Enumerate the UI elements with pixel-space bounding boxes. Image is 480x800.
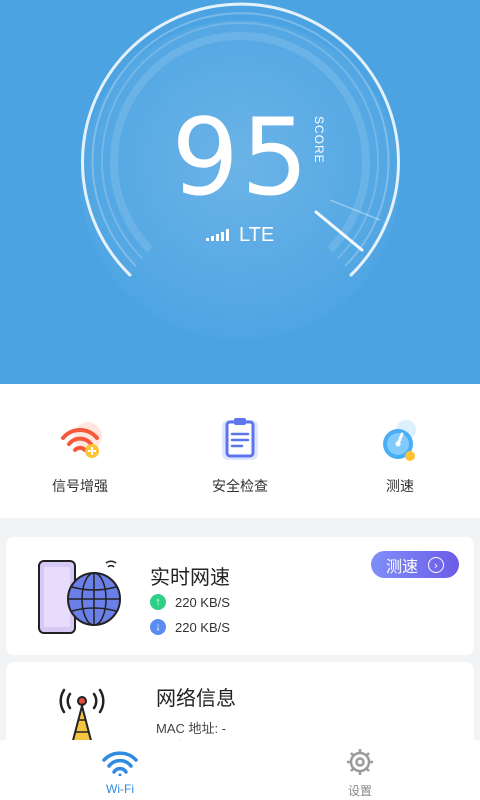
download-speed: ↓ 220 KB/S: [150, 618, 230, 636]
speedometer-icon: [374, 414, 426, 466]
menu-item-label: 信号增强: [52, 479, 108, 495]
tab-wifi-label: Wi-Fi: [106, 782, 134, 796]
chevron-right-icon: ›: [428, 556, 444, 573]
wifi-icon: [102, 751, 138, 776]
network-type-label: LTE: [239, 223, 275, 246]
tab-settings[interactable]: 设置: [240, 740, 480, 800]
signal-bars-icon: [206, 229, 229, 241]
download-arrow-icon: ↓: [150, 619, 166, 635]
upload-arrow-icon: ↑: [150, 594, 166, 610]
tab-wifi[interactable]: Wi-Fi: [0, 740, 240, 800]
mac-address: MAC 地址: -: [156, 721, 227, 736]
network-info-card: 网络信息 MAC 地址: - IP 地址: 10.172.58.124: [6, 662, 474, 752]
speed-test-button-label: 测速: [385, 556, 418, 576]
score-header: 95 SCORE LTE: [0, 0, 480, 384]
tab-settings-label: 设置: [347, 784, 372, 798]
speed-card-title: 实时网速: [150, 565, 230, 589]
menu-item-security-check[interactable]: 安全检查: [180, 414, 300, 495]
feature-menu: 信号增强 安全检查 测速: [0, 384, 480, 518]
menu-item-speed-test[interactable]: 测速: [340, 414, 460, 495]
network-card-title: 网络信息: [156, 686, 236, 710]
realtime-speed-card: 实时网速 测速 › ↑ 220 KB/S ↓ 220 KB/S: [6, 537, 474, 655]
upload-speed-value: 220 KB/S: [175, 594, 230, 610]
menu-item-label: 安全检查: [212, 479, 268, 495]
menu-item-signal-boost[interactable]: 信号增强: [20, 414, 140, 495]
upload-speed: ↑ 220 KB/S: [150, 593, 230, 611]
bottom-tab-bar: Wi-Fi 设置: [0, 740, 480, 800]
wifi-boost-icon: [54, 414, 106, 466]
network-type: LTE: [206, 224, 274, 246]
clipboard-check-icon: [214, 414, 266, 466]
score-value: 95: [171, 96, 311, 219]
gear-icon: [347, 749, 373, 775]
menu-item-label: 测速: [386, 479, 414, 495]
download-speed-value: 220 KB/S: [175, 619, 230, 635]
score-unit-label: SCORE: [312, 116, 326, 164]
phone-globe-icon: [38, 560, 121, 634]
speed-test-button[interactable]: 测速 ›: [371, 551, 459, 578]
